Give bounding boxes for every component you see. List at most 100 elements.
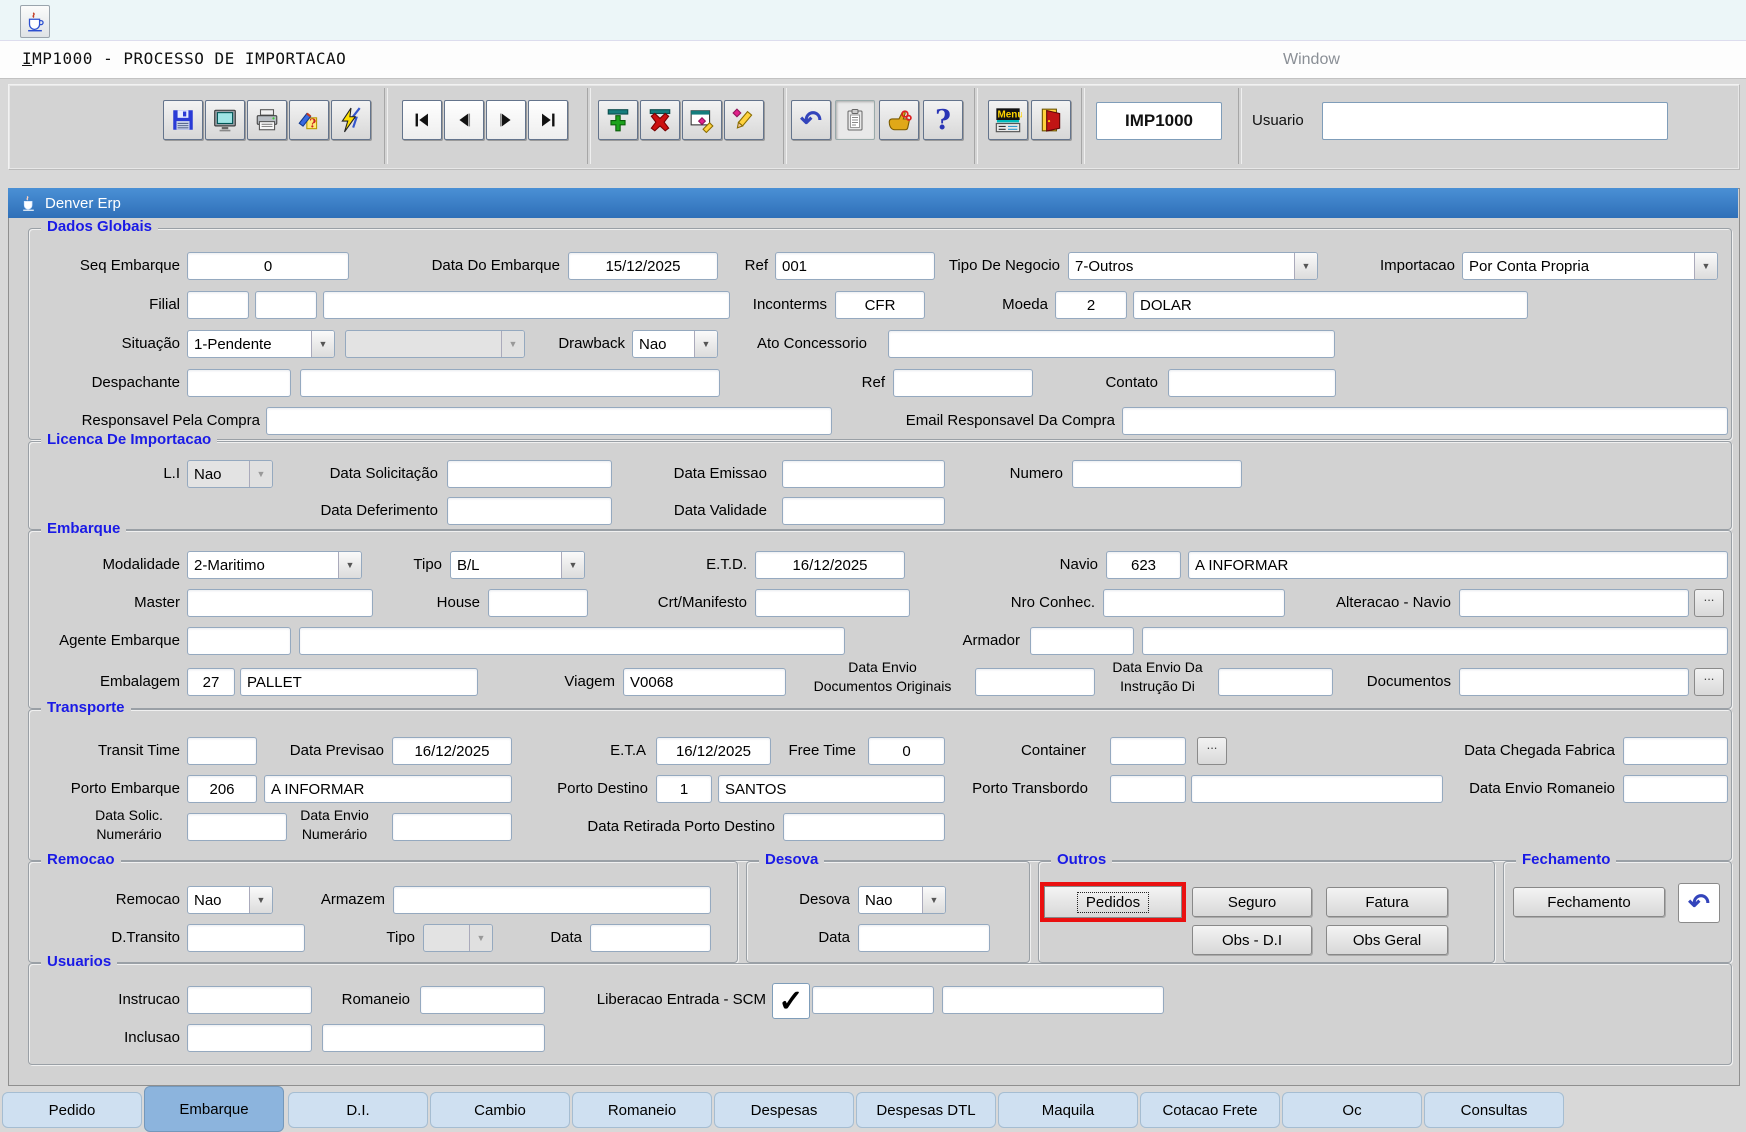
- execute-button[interactable]: [331, 100, 371, 140]
- armador-code-input[interactable]: [1030, 627, 1134, 655]
- save-button[interactable]: [163, 100, 203, 140]
- romaneio-input[interactable]: [420, 986, 545, 1014]
- desova-select[interactable]: Nao: [858, 886, 946, 914]
- data-deferimento-input[interactable]: [447, 497, 612, 525]
- porto-transbordo-code-input[interactable]: [1110, 775, 1186, 803]
- dtransito-input[interactable]: [187, 924, 305, 952]
- edit-record-button[interactable]: [682, 100, 722, 140]
- porto-transbordo-name-input[interactable]: [1191, 775, 1443, 803]
- despachante-code-input[interactable]: [187, 369, 291, 397]
- contato-input[interactable]: [1168, 369, 1336, 397]
- agente-code-input[interactable]: [187, 627, 291, 655]
- data-chegada-fabrica-input[interactable]: [1623, 737, 1728, 765]
- liberacao-scm-checkbox[interactable]: ✓: [772, 983, 810, 1019]
- instrucao-input[interactable]: [187, 986, 312, 1014]
- exit-button[interactable]: [1031, 100, 1071, 140]
- ref-input[interactable]: 001: [775, 252, 935, 280]
- ato-concessorio-input[interactable]: [888, 330, 1335, 358]
- porto-destino-name-input[interactable]: SANTOS: [718, 775, 945, 803]
- inconterms-input[interactable]: CFR: [835, 291, 925, 319]
- free-time-input[interactable]: 0: [868, 737, 945, 765]
- fechamento-button[interactable]: Fechamento: [1513, 887, 1665, 917]
- data-solicitacao-input[interactable]: [447, 460, 612, 488]
- tab-pedido[interactable]: Pedido: [2, 1092, 142, 1128]
- usuario-input[interactable]: [1322, 102, 1668, 140]
- etd-input[interactable]: 16/12/2025: [755, 551, 905, 579]
- navio-code-input[interactable]: 623: [1106, 551, 1181, 579]
- print-button[interactable]: [247, 100, 287, 140]
- tab-embarque[interactable]: Embarque: [144, 1086, 284, 1132]
- viagem-input[interactable]: V0068: [623, 668, 786, 696]
- embalagem-code-input[interactable]: 27: [187, 668, 235, 696]
- java-app-button[interactable]: [20, 5, 50, 38]
- first-record-button[interactable]: [402, 100, 442, 140]
- house-input[interactable]: [488, 589, 588, 617]
- filial-name-input[interactable]: [323, 291, 730, 319]
- next-record-button[interactable]: [486, 100, 526, 140]
- moeda-name-input[interactable]: DOLAR: [1133, 291, 1528, 319]
- frame-title-bar[interactable]: Denver Erp: [8, 188, 1738, 218]
- embalagem-name-input[interactable]: PALLET: [240, 668, 478, 696]
- seguro-button[interactable]: Seguro: [1192, 887, 1312, 917]
- tab-romaneio[interactable]: Romaneio: [572, 1092, 712, 1128]
- tab-cambio[interactable]: Cambio: [430, 1092, 570, 1128]
- program-code-field[interactable]: IMP1000: [1096, 102, 1222, 140]
- armador-name-input[interactable]: [1142, 627, 1728, 655]
- container-input[interactable]: [1110, 737, 1186, 765]
- fechamento-undo-button[interactable]: ↶: [1678, 883, 1720, 923]
- data-retirada-input[interactable]: [783, 813, 945, 841]
- nro-conhec-input[interactable]: [1103, 589, 1285, 617]
- armazem-input[interactable]: [393, 886, 711, 914]
- data-envio-doc-input[interactable]: [975, 668, 1095, 696]
- tab-consultas[interactable]: Consultas: [1424, 1092, 1564, 1128]
- importacao-select[interactable]: Por Conta Propria: [1462, 252, 1718, 280]
- query-check-button[interactable]: ?: [289, 100, 329, 140]
- tab-maquila[interactable]: Maquila: [998, 1092, 1138, 1128]
- liberacao-name-input[interactable]: [942, 986, 1164, 1014]
- tipo-negocio-select[interactable]: 7-Outros: [1068, 252, 1318, 280]
- data-emissao-input[interactable]: [782, 460, 945, 488]
- obs-geral-button[interactable]: Obs Geral: [1326, 925, 1448, 955]
- data-solic-numerario-input[interactable]: [187, 813, 287, 841]
- data-envio-di-input[interactable]: [1218, 668, 1333, 696]
- despachante-name-input[interactable]: [300, 369, 720, 397]
- data-do-embarque-input[interactable]: 15/12/2025: [568, 252, 718, 280]
- remocao-tipo-select[interactable]: [423, 924, 493, 952]
- modalidade-select[interactable]: 2-Maritimo: [187, 551, 362, 579]
- porto-embarque-name-input[interactable]: A INFORMAR: [264, 775, 512, 803]
- navio-name-input[interactable]: A INFORMAR: [1188, 551, 1728, 579]
- documentos-browse-button[interactable]: ...: [1694, 668, 1724, 696]
- tab-di[interactable]: D.I.: [288, 1092, 428, 1128]
- container-browse-button[interactable]: ...: [1197, 737, 1227, 765]
- alteracao-navio-input[interactable]: [1459, 589, 1689, 617]
- undo-button[interactable]: ↶: [791, 100, 831, 140]
- insert-record-button[interactable]: [598, 100, 638, 140]
- remocao-select[interactable]: Nao: [187, 886, 273, 914]
- email-resp-input[interactable]: [1122, 407, 1728, 435]
- lookup-button[interactable]: [724, 100, 764, 140]
- resp-compra-input[interactable]: [266, 407, 832, 435]
- filial-code1-input[interactable]: [187, 291, 249, 319]
- obs-di-button[interactable]: Obs - D.I: [1192, 925, 1312, 955]
- data-validade-input[interactable]: [782, 497, 945, 525]
- remocao-data-input[interactable]: [590, 924, 711, 952]
- pedidos-button[interactable]: Pedidos: [1044, 886, 1182, 918]
- fatura-button[interactable]: Fatura: [1326, 887, 1448, 917]
- numero-input[interactable]: [1072, 460, 1242, 488]
- master-input[interactable]: [187, 589, 373, 617]
- seq-embarque-input[interactable]: 0: [187, 252, 349, 280]
- inclusao-input[interactable]: [187, 1024, 312, 1052]
- tab-despesas[interactable]: Despesas: [714, 1092, 854, 1128]
- tab-oc[interactable]: Oc: [1282, 1092, 1422, 1128]
- tab-despesas-dtl[interactable]: Despesas DTL: [856, 1092, 996, 1128]
- delete-record-button[interactable]: [640, 100, 680, 140]
- inclusao-name-input[interactable]: [322, 1024, 545, 1052]
- moeda-code-input[interactable]: 2: [1055, 291, 1127, 319]
- clipboard-button[interactable]: [835, 100, 875, 140]
- previous-record-button[interactable]: [444, 100, 484, 140]
- help-button[interactable]: ?: [923, 100, 963, 140]
- crt-manifesto-input[interactable]: [755, 589, 910, 617]
- porto-embarque-code-input[interactable]: 206: [187, 775, 257, 803]
- data-previsao-input[interactable]: 16/12/2025: [392, 737, 512, 765]
- data-envio-numerario-input[interactable]: [392, 813, 512, 841]
